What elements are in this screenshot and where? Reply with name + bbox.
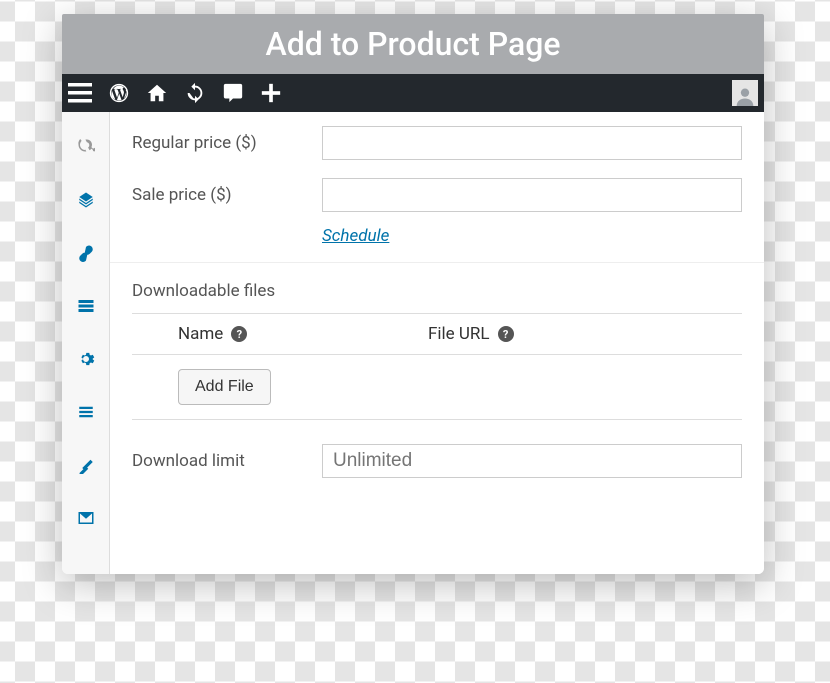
col-name-label: Name: [178, 324, 223, 344]
col-url-label: File URL: [428, 324, 490, 344]
help-icon[interactable]: ?: [231, 326, 247, 342]
schedule-link[interactable]: Schedule: [322, 226, 389, 246]
tab-attributes[interactable]: [62, 279, 110, 332]
general-pane: Regular price ($) Sale price ($) Schedul…: [110, 112, 764, 574]
refresh-icon[interactable]: [184, 82, 206, 104]
help-icon[interactable]: ?: [498, 326, 514, 342]
tab-advanced[interactable]: [62, 332, 110, 385]
menu-icon[interactable]: [68, 83, 92, 103]
window: Add to Product Page: [62, 14, 764, 574]
tab-linked[interactable]: [62, 226, 110, 279]
tab-email[interactable]: [62, 491, 110, 544]
add-file-button[interactable]: Add File: [178, 369, 271, 405]
regular-price-label: Regular price ($): [132, 133, 322, 153]
comment-icon[interactable]: [222, 82, 244, 104]
admin-bar: [62, 74, 764, 112]
sale-price-label: Sale price ($): [132, 185, 322, 205]
regular-price-input[interactable]: [322, 126, 742, 160]
downloadable-files-title: Downloadable files: [110, 263, 764, 313]
tab-ticket[interactable]: [62, 438, 110, 491]
files-table-header: Name ? File URL ?: [132, 313, 742, 355]
tab-list[interactable]: [62, 385, 110, 438]
download-limit-input[interactable]: [322, 444, 742, 478]
tab-general[interactable]: [62, 120, 110, 173]
plus-icon[interactable]: [260, 82, 282, 104]
home-icon[interactable]: [146, 82, 168, 104]
page-header: Add to Product Page: [62, 14, 764, 74]
page-title: Add to Product Page: [265, 25, 560, 63]
wordpress-logo-icon[interactable]: [108, 82, 130, 104]
sale-price-input[interactable]: [322, 178, 742, 212]
product-tabs: [62, 112, 110, 574]
tab-inventory[interactable]: [62, 173, 110, 226]
download-limit-label: Download limit: [132, 451, 322, 471]
avatar[interactable]: [732, 80, 758, 106]
